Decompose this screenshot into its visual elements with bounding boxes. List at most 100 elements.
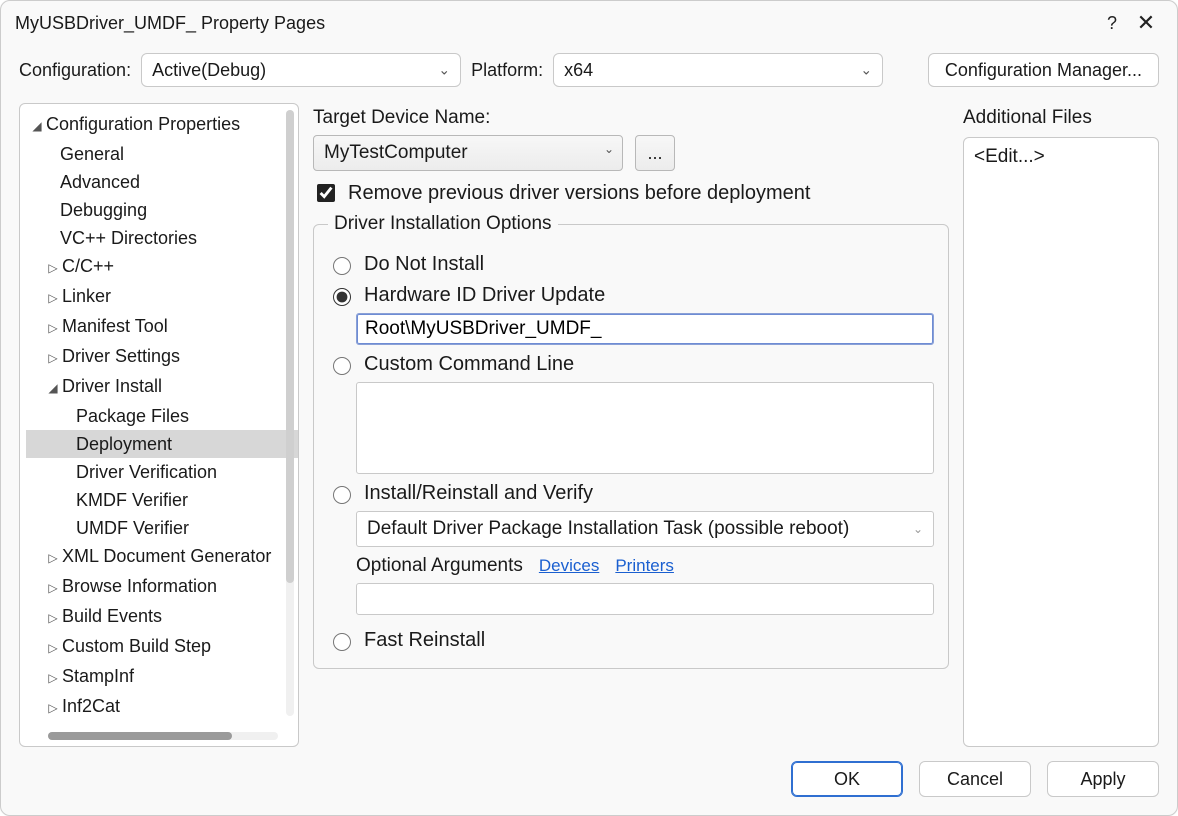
tree-item[interactable]: ◢Driver Install xyxy=(26,372,298,402)
main-area: Target Device Name: MyTestComputer ⌄ ...… xyxy=(313,103,1159,747)
triangle-icon: ◢ xyxy=(46,374,60,402)
cancel-button[interactable]: Cancel xyxy=(919,761,1031,797)
tree-item[interactable]: ▷Build Events xyxy=(26,602,298,632)
additional-files-listbox[interactable]: <Edit...> xyxy=(963,137,1159,747)
remove-previous-checkbox-row[interactable]: Remove previous driver versions before d… xyxy=(313,181,949,205)
platform-value: x64 xyxy=(564,60,593,81)
group-legend: Driver Installation Options xyxy=(328,213,558,235)
body: ◢Configuration PropertiesGeneralAdvanced… xyxy=(1,103,1177,761)
config-row: Configuration: Active(Debug) ⌄ Platform:… xyxy=(1,43,1177,103)
tree-item[interactable]: ▷Inf2Cat xyxy=(26,692,298,722)
tree-panel: ◢Configuration PropertiesGeneralAdvanced… xyxy=(19,103,299,747)
help-button[interactable]: ? xyxy=(1095,8,1129,38)
tree-item[interactable]: VC++ Directories xyxy=(26,224,298,252)
tree-item[interactable]: General xyxy=(26,140,298,168)
triangle-icon: ▷ xyxy=(46,544,60,572)
triangle-icon: ▷ xyxy=(46,604,60,632)
link-printers[interactable]: Printers xyxy=(615,556,674,576)
install-task-combo[interactable]: Default Driver Package Installation Task… xyxy=(356,511,934,547)
apply-button[interactable]: Apply xyxy=(1047,761,1159,797)
tree-item[interactable]: Package Files xyxy=(26,402,298,430)
additional-files-edit-item[interactable]: <Edit...> xyxy=(974,146,1045,167)
ellipsis-icon: ... xyxy=(647,143,662,164)
configuration-manager-label: Configuration Manager... xyxy=(945,60,1142,81)
remove-previous-checkbox[interactable] xyxy=(317,184,335,202)
optional-args-label: Optional Arguments xyxy=(356,555,523,577)
tree-item-selected[interactable]: Deployment xyxy=(26,430,298,458)
radio-install-verify[interactable] xyxy=(333,486,351,504)
option-custom-command[interactable]: Custom Command Line xyxy=(328,353,934,376)
configuration-value: Active(Debug) xyxy=(152,60,266,81)
option-do-not-install-label: Do Not Install xyxy=(364,253,484,276)
option-fast-reinstall[interactable]: Fast Reinstall xyxy=(328,629,934,652)
scrollbar-thumb[interactable] xyxy=(48,732,232,740)
option-hardware-id[interactable]: Hardware ID Driver Update xyxy=(328,284,934,307)
tree-item[interactable]: ▷StampInf xyxy=(26,662,298,692)
tree-horizontal-scrollbar[interactable] xyxy=(48,732,278,740)
tree-item[interactable]: ▷Custom Build Step xyxy=(26,632,298,662)
scrollbar-thumb[interactable] xyxy=(286,110,294,583)
triangle-icon: ▷ xyxy=(46,284,60,312)
radio-fast-reinstall[interactable] xyxy=(333,633,351,651)
property-tree[interactable]: ◢Configuration PropertiesGeneralAdvanced… xyxy=(20,108,298,722)
ok-label: OK xyxy=(834,769,860,790)
tree-item[interactable]: ▷XML Document Generator xyxy=(26,542,298,572)
triangle-icon: ▷ xyxy=(46,694,60,722)
platform-combo[interactable]: x64 ⌄ xyxy=(553,53,883,87)
option-custom-command-label: Custom Command Line xyxy=(364,353,574,376)
hardware-id-input[interactable] xyxy=(356,313,934,345)
radio-do-not-install[interactable] xyxy=(333,257,351,275)
option-do-not-install[interactable]: Do Not Install xyxy=(328,253,934,276)
option-hardware-id-label: Hardware ID Driver Update xyxy=(364,284,605,307)
option-install-verify[interactable]: Install/Reinstall and Verify xyxy=(328,482,934,505)
window-title: MyUSBDriver_UMDF_ Property Pages xyxy=(15,13,1095,34)
configuration-manager-button[interactable]: Configuration Manager... xyxy=(928,53,1159,87)
dialog-footer: OK Cancel Apply xyxy=(1,761,1177,815)
triangle-icon: ▷ xyxy=(46,634,60,662)
triangle-icon: ▷ xyxy=(46,574,60,602)
titlebar: MyUSBDriver_UMDF_ Property Pages ? ✕ xyxy=(1,1,1177,43)
target-device-combo[interactable]: MyTestComputer ⌄ xyxy=(313,135,623,171)
chevron-down-icon: ⌄ xyxy=(438,62,450,79)
close-button[interactable]: ✕ xyxy=(1129,8,1163,38)
additional-files-panel: Additional Files <Edit...> xyxy=(963,103,1159,747)
chevron-down-icon: ⌄ xyxy=(860,62,872,79)
tree-item[interactable]: Debugging xyxy=(26,196,298,224)
tree-item[interactable]: Deployment xyxy=(26,430,298,458)
property-pages-window: MyUSBDriver_UMDF_ Property Pages ? ✕ Con… xyxy=(0,0,1178,816)
install-task-value: Default Driver Package Installation Task… xyxy=(367,518,849,540)
triangle-icon: ▷ xyxy=(46,344,60,372)
remove-previous-label: Remove previous driver versions before d… xyxy=(348,182,810,205)
driver-install-options-group: Driver Installation Options Do Not Insta… xyxy=(313,213,949,669)
tree-item[interactable]: ▷Manifest Tool xyxy=(26,312,298,342)
tree-item[interactable]: ▷Driver Settings xyxy=(26,342,298,372)
triangle-icon: ▷ xyxy=(46,254,60,282)
additional-files-label: Additional Files xyxy=(963,107,1159,129)
optional-args-input[interactable] xyxy=(356,583,934,615)
radio-custom-command[interactable] xyxy=(333,357,351,375)
tree-item[interactable]: Driver Verification xyxy=(26,458,298,486)
tree-item[interactable]: ▷C/C++ xyxy=(26,252,298,282)
tree-item[interactable]: ▷Browse Information xyxy=(26,572,298,602)
center-panel: Target Device Name: MyTestComputer ⌄ ...… xyxy=(313,103,949,747)
apply-label: Apply xyxy=(1080,769,1125,790)
tree-item[interactable]: UMDF Verifier xyxy=(26,514,298,542)
configuration-combo[interactable]: Active(Debug) ⌄ xyxy=(141,53,461,87)
tree-item[interactable]: Advanced xyxy=(26,168,298,196)
tree-vertical-scrollbar[interactable] xyxy=(286,110,294,716)
custom-command-input[interactable] xyxy=(356,382,934,474)
browse-target-button[interactable]: ... xyxy=(635,135,675,171)
ok-button[interactable]: OK xyxy=(791,761,903,797)
link-devices[interactable]: Devices xyxy=(539,556,599,576)
tree-item[interactable]: KMDF Verifier xyxy=(26,486,298,514)
tree-item[interactable]: ▷Linker xyxy=(26,282,298,312)
option-fast-reinstall-label: Fast Reinstall xyxy=(364,629,485,652)
triangle-down-icon: ◢ xyxy=(30,112,44,140)
tree-root[interactable]: ◢Configuration Properties xyxy=(26,110,298,140)
triangle-icon: ▷ xyxy=(46,314,60,342)
cancel-label: Cancel xyxy=(947,769,1003,790)
triangle-icon: ▷ xyxy=(46,664,60,692)
radio-hardware-id[interactable] xyxy=(333,288,351,306)
option-install-verify-label: Install/Reinstall and Verify xyxy=(364,482,593,505)
chevron-down-icon: ⌄ xyxy=(604,142,614,156)
